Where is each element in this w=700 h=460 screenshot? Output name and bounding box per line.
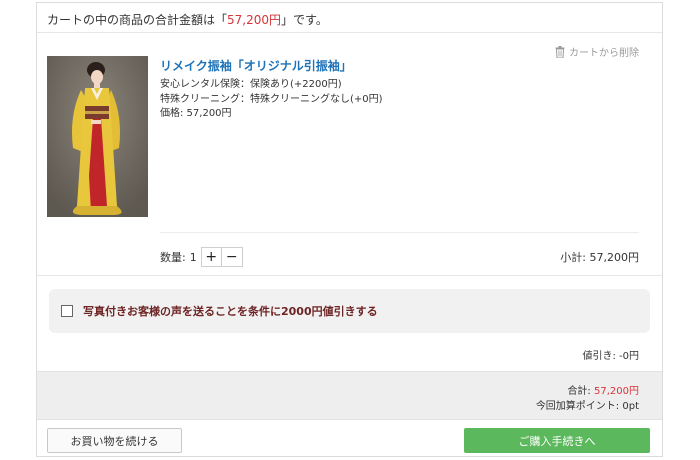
- discount-checkbox[interactable]: [61, 305, 73, 317]
- total-suffix: 」です。: [281, 13, 328, 27]
- trash-icon: [555, 45, 565, 58]
- cleaning-option: 特殊クリーニング：特殊クリーニングなし(+0円): [160, 94, 383, 105]
- discount-amount: 値引き: -0円: [582, 351, 639, 362]
- discount-option[interactable]: 写真付きお客様の声を送ることを条件に2000円値引きする: [49, 289, 650, 333]
- order-total: 合計: 57,200円: [567, 382, 639, 397]
- order-total-amount: 57,200円: [594, 386, 639, 397]
- remove-label: カートから削除: [569, 48, 639, 59]
- item-subtotal: 小計: 57,200円: [560, 251, 639, 264]
- order-summary: 合計: 57,200円 今回加算ポイント: 0pt: [37, 371, 662, 419]
- cart-total-amount: 57,200円: [227, 13, 282, 27]
- checkout-button[interactable]: ご購入手続きへ: [464, 428, 650, 453]
- kimono-figure-illustration: [47, 56, 148, 217]
- discount-label[interactable]: 写真付きお客様の声を送ることを条件に2000円値引きする: [83, 303, 378, 319]
- product-image[interactable]: [47, 56, 148, 217]
- insurance-option: 安心レンタル保険：保険あり(+2200円): [160, 79, 342, 90]
- cart-item: カートから削除 リメイク振袖「オリジナル引振袖」 安心レンタル保険：保険あり(+…: [37, 33, 662, 276]
- quantity-stepper: 数量: 1 + −: [160, 247, 243, 267]
- earned-points: 今回加算ポイント: 0pt: [535, 401, 639, 412]
- quantity-value: 1: [189, 250, 197, 264]
- item-divider: [160, 232, 639, 233]
- order-total-label: 合計:: [567, 386, 594, 397]
- cart-panel: カートの中の商品の合計金額は「57,200円」です。 カートから削除 リメイク振…: [36, 2, 663, 457]
- cart-actions: お買い物を続ける ご購入手続きへ: [37, 419, 662, 457]
- remove-from-cart-button[interactable]: カートから削除: [555, 44, 639, 59]
- continue-shopping-button[interactable]: お買い物を続ける: [47, 428, 182, 453]
- quantity-decrease-button[interactable]: −: [221, 247, 243, 267]
- product-name-link[interactable]: リメイク振袖「オリジナル引振袖」: [160, 57, 352, 74]
- item-price: 価格: 57,200円: [160, 108, 232, 119]
- quantity-label: 数量:: [160, 251, 186, 264]
- cart-total-message: カートの中の商品の合計金額は「57,200円」です。: [37, 3, 662, 33]
- quantity-increase-button[interactable]: +: [200, 247, 222, 267]
- total-prefix: カートの中の商品の合計金額は「: [47, 13, 228, 27]
